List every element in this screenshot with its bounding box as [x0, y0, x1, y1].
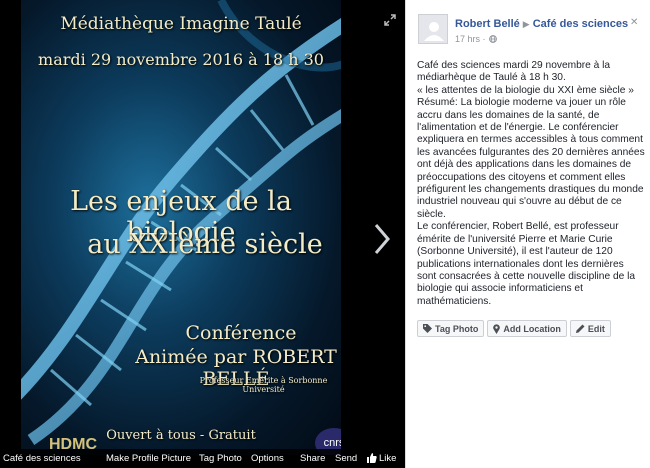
photo-actions: Tag Photo Add Location Edit — [417, 320, 611, 337]
poster-title-line2: au XXIème siècle — [87, 229, 323, 260]
photo-viewer: Médiathèque Imagine Taulé mardi 29 novem… — [0, 0, 405, 468]
tag-photo-button[interactable]: Tag Photo — [199, 453, 242, 464]
expand-icon[interactable] — [384, 14, 396, 26]
poster-venue: Médiathèque Imagine Taulé — [60, 14, 302, 34]
album-link[interactable]: Café des sciences — [3, 453, 81, 464]
author-link[interactable]: Robert Bellé — [455, 18, 520, 30]
post-panel: Robert Bellé ▶ Café des sciences 17 hrs · … — [405, 0, 650, 468]
post-text: Café des sciences mardi 29 novembre à la… — [417, 60, 645, 307]
tag-photo-action-button[interactable]: Tag Photo — [417, 320, 485, 337]
tag-icon — [423, 324, 432, 333]
options-button[interactable]: Options — [251, 453, 284, 464]
poster-image[interactable]: Médiathèque Imagine Taulé mardi 29 novem… — [21, 0, 341, 455]
group-link[interactable]: Café des sciences — [533, 18, 628, 30]
chevron-right-icon[interactable] — [372, 222, 392, 256]
tag-photo-label: Tag Photo — [435, 323, 479, 334]
location-pin-icon — [493, 323, 501, 334]
avatar[interactable] — [418, 14, 448, 44]
like-label: Like — [379, 453, 397, 464]
default-avatar-icon — [424, 22, 444, 41]
edit-button[interactable]: Edit — [569, 320, 611, 337]
photo-toolbar: Café des sciences Make Profile Picture T… — [0, 449, 405, 468]
post-timestamp[interactable]: 17 hrs — [455, 34, 480, 44]
arrow-right-icon: ▶ — [522, 19, 530, 29]
like-button[interactable]: Like — [367, 453, 396, 464]
post-meta: 17 hrs · — [455, 34, 497, 44]
post-header: Robert Bellé ▶ Café des sciences — [455, 18, 628, 30]
poster-conference: Conférence — [185, 322, 297, 344]
close-icon[interactable]: ✕ — [630, 17, 638, 28]
thumbs-up-icon — [367, 453, 377, 463]
edit-label: Edit — [587, 323, 605, 334]
poster-date: mardi 29 novembre 2016 à 18 h 30 — [38, 50, 324, 69]
share-button[interactable]: Share — [300, 453, 325, 464]
send-button[interactable]: Send — [335, 453, 357, 464]
globe-icon — [488, 35, 497, 43]
poster-speaker-title: Professeur Emérite à Sorbonne Université — [199, 376, 328, 394]
make-profile-picture-button[interactable]: Make Profile Picture — [106, 453, 191, 464]
pencil-icon — [575, 324, 585, 333]
add-location-label: Add Location — [503, 323, 561, 334]
add-location-button[interactable]: Add Location — [487, 320, 567, 337]
